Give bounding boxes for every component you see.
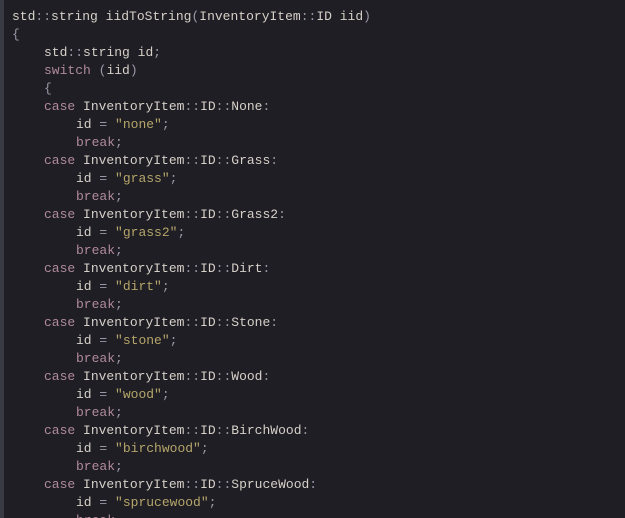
case-line: case InventoryItem::ID::Grass2:: [12, 206, 371, 224]
string-literal: "stone": [115, 333, 170, 348]
kw-break: break: [76, 351, 115, 366]
enum-value: SpruceWood: [231, 477, 309, 492]
case-line: case InventoryItem::ID::Stone:: [12, 314, 371, 332]
enum-value: Wood: [231, 369, 262, 384]
assign-line: id = "birchwood";: [12, 440, 371, 458]
string-literal: "grass": [115, 171, 170, 186]
kw-case: case: [44, 315, 75, 330]
break-line: break;: [12, 134, 371, 152]
string-literal: "none": [115, 117, 162, 132]
enum-value: Grass2: [231, 207, 278, 222]
brace-open: {: [12, 26, 371, 44]
kw-case: case: [44, 477, 75, 492]
kw-case: case: [44, 153, 75, 168]
kw-break: break: [76, 459, 115, 474]
break-line: break;: [12, 188, 371, 206]
decl-line: std::string id;: [12, 44, 371, 62]
enum-value: Grass: [231, 153, 270, 168]
type-name: string: [51, 9, 98, 24]
kw-case: case: [44, 99, 75, 114]
assign-line: id = "grass";: [12, 170, 371, 188]
case-line: case InventoryItem::ID::None:: [12, 98, 371, 116]
param-name: iid: [340, 9, 363, 24]
case-line: case InventoryItem::ID::SpruceWood:: [12, 476, 371, 494]
kw-case: case: [44, 261, 75, 276]
kw-switch: switch: [44, 63, 91, 78]
break-line: break;: [12, 404, 371, 422]
kw-case: case: [44, 369, 75, 384]
switch-brace-open: {: [12, 80, 371, 98]
kw-break: break: [76, 297, 115, 312]
case-line: case InventoryItem::ID::BirchWood:: [12, 422, 371, 440]
case-line: case InventoryItem::ID::Grass:: [12, 152, 371, 170]
kw-case: case: [44, 207, 75, 222]
enum-value: BirchWood: [231, 423, 301, 438]
assign-line: id = "stone";: [12, 332, 371, 350]
case-line: case InventoryItem::ID::Wood:: [12, 368, 371, 386]
case-line: case InventoryItem::ID::Dirt:: [12, 260, 371, 278]
string-literal: "birchwood": [115, 441, 201, 456]
string-literal: "grass2": [115, 225, 177, 240]
assign-line: id = "grass2";: [12, 224, 371, 242]
assign-line: id = "wood";: [12, 386, 371, 404]
fn-signature: std::string iidToString(InventoryItem::I…: [12, 8, 371, 26]
break-line: break;: [12, 458, 371, 476]
string-literal: "dirt": [115, 279, 162, 294]
break-line: break;: [12, 296, 371, 314]
switch-line: switch (iid): [12, 62, 371, 80]
kw-break: break: [76, 189, 115, 204]
enum-value: None: [231, 99, 262, 114]
string-literal: "sprucewood": [115, 495, 209, 510]
code-area[interactable]: std::string iidToString(InventoryItem::I…: [4, 0, 371, 518]
kw-break-partial: broak: [76, 513, 115, 518]
kw-break: break: [76, 405, 115, 420]
break-line: break;: [12, 350, 371, 368]
kw-case: case: [44, 423, 75, 438]
assign-line: id = "dirt";: [12, 278, 371, 296]
var-id: id: [138, 45, 154, 60]
function-name: iidToString: [106, 9, 192, 24]
enum-value: Dirt: [231, 261, 262, 276]
break-line-partial: broak.: [12, 512, 371, 518]
string-literal: "wood": [115, 387, 162, 402]
kw-break: break: [76, 135, 115, 150]
enum-value: Stone: [231, 315, 270, 330]
assign-line: id = "none";: [12, 116, 371, 134]
code-editor[interactable]: std::string iidToString(InventoryItem::I…: [0, 0, 625, 518]
assign-line: id = "sprucewood";: [12, 494, 371, 512]
type-namespace: std: [12, 9, 35, 24]
kw-break: break: [76, 243, 115, 258]
break-line: break;: [12, 242, 371, 260]
